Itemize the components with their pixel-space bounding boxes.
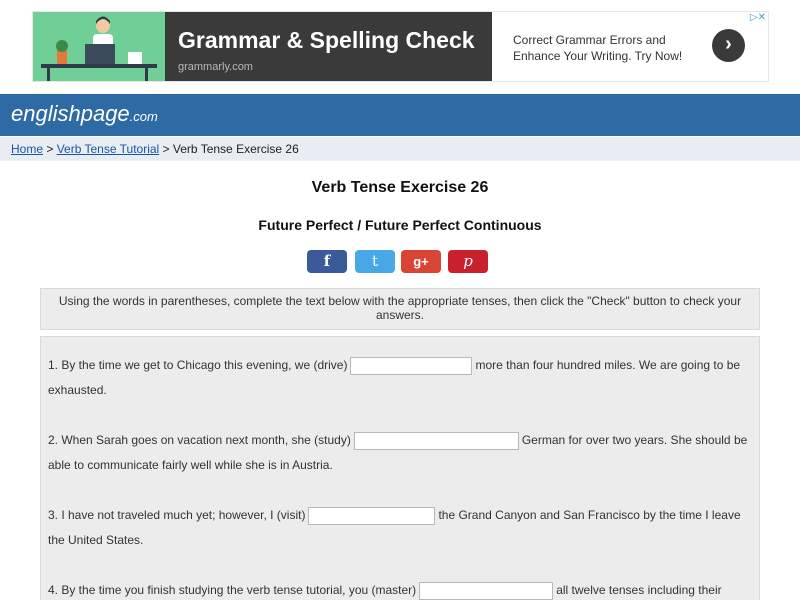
answer-input-4[interactable] <box>419 581 554 600</box>
question-text-before: 1. By the time we get to Chicago this ev… <box>48 358 348 372</box>
breadcrumb: Home > Verb Tense Tutorial > Verb Tense … <box>0 137 800 161</box>
ad-domain: grammarly.com <box>178 61 253 73</box>
chevron-right-icon[interactable]: › <box>712 29 745 62</box>
question-text-after: all twelve tenses including their <box>556 583 722 597</box>
person-at-desk-icon <box>33 12 165 81</box>
site-logo[interactable]: englishpage.com <box>11 101 158 127</box>
ad-headline[interactable]: Grammar & Spelling Check <box>178 27 475 54</box>
pinterest-share-button[interactable]: p <box>448 250 488 273</box>
googleplus-share-button[interactable]: g+ <box>401 250 441 273</box>
twitter-share-button[interactable]: t <box>355 250 395 273</box>
breadcrumb-separator: > <box>159 142 173 156</box>
question-text-before: 2. When Sarah goes on vacation next mont… <box>48 433 351 447</box>
answer-input-1[interactable] <box>350 356 473 375</box>
question-1: 1. By the time we get to Chicago this ev… <box>48 353 754 403</box>
question-2: 2. When Sarah goes on vacation next mont… <box>48 428 754 478</box>
breadcrumb-home-link[interactable]: Home <box>11 142 43 156</box>
exercise-panel: 1. By the time we get to Chicago this ev… <box>40 336 760 600</box>
site-header: englishpage.com <box>0 94 800 136</box>
breadcrumb-current: Verb Tense Exercise 26 <box>172 142 299 156</box>
ad-headline-panel[interactable]: Grammar & Spelling Check grammarly.com <box>165 12 492 81</box>
facebook-share-button[interactable]: f <box>307 250 347 273</box>
question-text-before: 3. I have not traveled much yet; however… <box>48 508 306 522</box>
answer-input-2[interactable] <box>353 431 519 450</box>
logo-tld-text: .com <box>129 109 158 124</box>
ad-description[interactable]: Correct Grammar Errors and Enhance Your … <box>513 32 713 64</box>
page-subtitle: Future Perfect / Future Perfect Continuo… <box>258 217 542 233</box>
ad-banner[interactable]: Grammar & Spelling Check grammarly.com C… <box>32 11 769 82</box>
answer-input-3[interactable] <box>308 506 436 525</box>
question-4: 4. By the time you finish studying the v… <box>48 578 754 600</box>
ad-illustration[interactable] <box>33 12 165 81</box>
page-title: Verb Tense Exercise 26 <box>311 179 489 196</box>
question-text-before: 4. By the time you finish studying the v… <box>48 583 417 597</box>
breadcrumb-tutorial-link[interactable]: Verb Tense Tutorial <box>57 142 160 156</box>
logo-main-text: englishpage <box>11 101 130 126</box>
adchoices-icon[interactable]: ▷✕ <box>750 12 766 24</box>
breadcrumb-separator: > <box>43 142 57 156</box>
question-3: 3. I have not traveled much yet; however… <box>48 503 754 553</box>
instructions-box: Using the words in parentheses, complete… <box>40 288 760 330</box>
